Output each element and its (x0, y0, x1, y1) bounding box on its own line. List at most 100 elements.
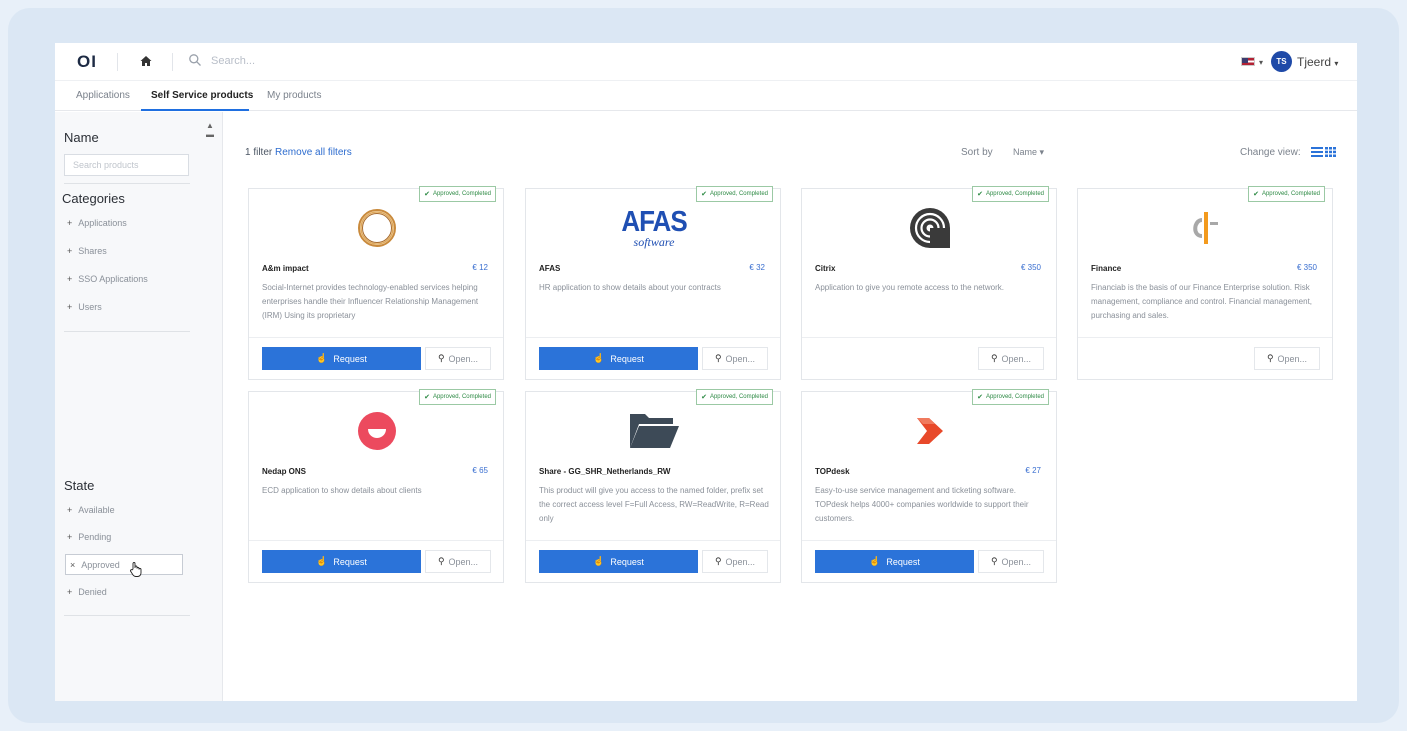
check-icon: ✔ (977, 191, 983, 198)
active-tab-indicator (141, 109, 249, 111)
request-button[interactable]: ☝ Request (262, 550, 421, 573)
card-footer: ⚲ Open... (802, 337, 1056, 380)
request-button[interactable]: ☝ Request (539, 550, 698, 573)
request-button[interactable]: ☝ Request (815, 550, 974, 573)
product-logo (1078, 203, 1334, 253)
state-approved[interactable]: × Approved (65, 554, 183, 575)
open-label: Open... (725, 353, 756, 364)
tab-applications[interactable]: Applications (76, 90, 130, 101)
plus-icon: + (67, 505, 73, 515)
product-card-topdesk[interactable]: ✔ Approved, Completed TOPdesk € 27 Easy-t… (801, 389, 1057, 583)
state-available[interactable]: + Available (67, 505, 115, 515)
check-icon: ✔ (701, 191, 707, 198)
product-logo (249, 203, 505, 253)
us-flag-icon[interactable] (1241, 57, 1255, 66)
divider (172, 53, 173, 71)
state-denied[interactable]: + Denied (67, 587, 107, 597)
open-label: Open... (448, 353, 479, 364)
grid-view-icon[interactable] (1325, 147, 1336, 157)
hand-icon: ☝ (869, 556, 881, 566)
tab-my-products[interactable]: My products (267, 90, 321, 101)
product-logo: AFAS software (526, 203, 782, 253)
category-applications[interactable]: + Applications (67, 218, 127, 228)
divider (64, 615, 190, 616)
remove-icon: × (70, 560, 76, 570)
state-label: Denied (78, 587, 107, 597)
app-logo[interactable]: OI (77, 52, 97, 72)
active-filters: 1 filter Remove all filters (245, 147, 352, 158)
divider (64, 183, 190, 184)
open-button[interactable]: ⚲ Open... (1254, 347, 1320, 370)
product-search-input[interactable] (64, 154, 189, 176)
category-sso-applications[interactable]: + SSO Applications (67, 274, 148, 284)
user-menu[interactable]: Tjeerd ▾ (1297, 55, 1338, 69)
plus-icon: + (67, 587, 73, 597)
request-button[interactable]: ☝ Request (262, 347, 421, 370)
open-button[interactable]: ⚲ Open... (425, 347, 491, 370)
request-button[interactable]: ☝ Request (539, 347, 698, 370)
request-label: Request (333, 353, 367, 364)
home-icon[interactable] (139, 54, 153, 68)
product-card-nedap-ons[interactable]: ✔ Approved, Completed Nedap ONS € 65 ECD … (248, 389, 505, 583)
product-name: Share - GG_SHR_Netherlands_RW (539, 467, 671, 476)
filter-sidebar: ▲▬ Name Categories + Applications + Shares… (55, 112, 223, 701)
product-description: HR application to show details about you… (539, 283, 721, 292)
open-button[interactable]: ⚲ Open... (702, 347, 768, 370)
category-users[interactable]: + Users (67, 302, 102, 312)
card-footer: ⚲ Open... (1078, 337, 1332, 380)
tab-self-service-products[interactable]: Self Service products (151, 90, 253, 101)
open-button[interactable]: ⚲ Open... (978, 347, 1044, 370)
product-card-finance[interactable]: ✔ Approved, Completed Finance € 350 Finan… (1077, 186, 1334, 380)
status-badge: ✔ Approved, Completed (1248, 186, 1325, 202)
product-name: Finance (1091, 264, 1122, 273)
status-text: Approved, Completed (709, 394, 768, 400)
product-description: ECD application to show details about cl… (262, 486, 422, 495)
search-icon: ⚲ (437, 353, 445, 363)
product-name: TOPdesk (815, 467, 850, 476)
remove-all-filters-link[interactable]: Remove all filters (275, 147, 352, 158)
status-text: Approved, Completed (709, 191, 768, 197)
sort-dropdown[interactable]: Name ▾ (1013, 147, 1044, 158)
status-badge: ✔ Approved, Completed (419, 186, 496, 202)
card-footer: ☝ Request ⚲ Open... (802, 540, 1056, 583)
product-card-afas[interactable]: ✔ Approved, Completed AFAS software AFAS … (525, 186, 782, 380)
nedap-logo-icon (358, 412, 396, 450)
open-button[interactable]: ⚲ Open... (702, 550, 768, 573)
product-logo (526, 406, 782, 456)
check-icon: ✔ (977, 394, 983, 401)
check-icon: ✔ (1253, 191, 1259, 198)
state-pending[interactable]: + Pending (67, 532, 111, 542)
status-text: Approved, Completed (985, 394, 1044, 400)
product-card-am-impact[interactable]: ✔ Approved, Completed A&m impact € 12 Soc… (248, 186, 505, 380)
list-view-icon[interactable] (1311, 147, 1323, 157)
request-label: Request (333, 556, 367, 567)
card-footer: ☝ Request ⚲ Open... (526, 337, 780, 380)
chevron-down-icon[interactable]: ▾ (1259, 58, 1263, 67)
status-badge: ✔ Approved, Completed (972, 186, 1049, 202)
finance-logo-icon (1193, 212, 1218, 244)
product-name: A&m impact (262, 264, 309, 273)
sort-value: Name (1013, 147, 1038, 157)
product-logo (802, 203, 1058, 253)
product-logo (249, 406, 505, 456)
user-avatar[interactable]: TS (1271, 51, 1292, 72)
product-card-citrix[interactable]: ✔ Approved, Completed Citrix € 350 Applic… (801, 186, 1058, 380)
status-text: Approved, Completed (432, 191, 491, 197)
open-button[interactable]: ⚲ Open... (425, 550, 491, 573)
category-label: Shares (78, 246, 107, 256)
hand-cursor-icon (130, 562, 142, 577)
global-search-input[interactable] (211, 51, 411, 71)
hand-icon: ☝ (593, 353, 605, 363)
product-card-share[interactable]: ✔ Approved, Completed Share - GG_SHR_Neth… (525, 389, 782, 583)
card-footer: ☝ Request ⚲ Open... (249, 337, 503, 380)
collapse-icon[interactable]: ▲ ▬ (206, 121, 214, 139)
product-name: Nedap ONS (262, 467, 307, 476)
open-button[interactable]: ⚲ Open... (978, 550, 1044, 573)
category-label: SSO Applications (78, 274, 148, 284)
product-price: € 350 (1020, 263, 1041, 272)
product-price: € 350 (1296, 263, 1317, 272)
category-shares[interactable]: + Shares (67, 246, 107, 256)
plus-icon: + (67, 218, 73, 228)
request-label: Request (886, 556, 920, 567)
divider (117, 53, 118, 71)
